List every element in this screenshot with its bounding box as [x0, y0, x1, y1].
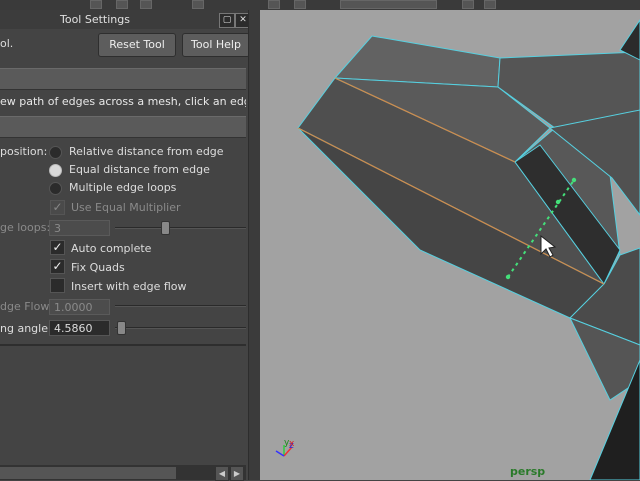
divider	[0, 344, 246, 346]
toolbar-field[interactable]	[340, 0, 437, 9]
radio-label: Equal distance from edge	[69, 163, 210, 176]
tool-icon[interactable]	[140, 0, 152, 9]
radio-multiple-edge-loops[interactable]	[49, 182, 62, 195]
scroll-left-icon[interactable]: ◀	[215, 466, 229, 481]
tool-icon[interactable]	[268, 0, 280, 9]
edge-loops-field[interactable]: 3	[49, 220, 110, 236]
edge-flow-slider[interactable]	[115, 305, 246, 307]
checkbox-label: Insert with edge flow	[71, 280, 187, 293]
snapping-angle-label: ng angle:	[0, 322, 52, 335]
radio-label: Relative distance from edge	[69, 145, 224, 158]
insert-edge-flow-checkbox[interactable]	[50, 278, 65, 293]
tool-icon[interactable]	[294, 0, 306, 9]
scroll-right-icon[interactable]: ▶	[230, 466, 244, 481]
radio-equal-distance[interactable]	[49, 164, 62, 177]
use-equal-multiplier-checkbox[interactable]: ✓	[50, 200, 65, 215]
slider-handle[interactable]	[117, 321, 126, 335]
viewport-3d[interactable]: z y x	[260, 10, 640, 480]
float-window-icon[interactable]: ▢	[219, 13, 235, 28]
tool-help-button[interactable]: Tool Help	[182, 33, 250, 57]
tool-icon[interactable]	[90, 0, 102, 9]
edge-loops-label: ge loops:	[0, 221, 51, 234]
edge-flow-label: dge Flow	[0, 300, 50, 313]
mesh-view	[275, 19, 640, 480]
fix-quads-checkbox[interactable]: ✓	[50, 259, 65, 274]
edge-flow-field[interactable]: 1.0000	[49, 299, 110, 315]
tool-icon[interactable]	[462, 0, 474, 9]
tool-icon[interactable]	[116, 0, 128, 9]
section-header[interactable]	[0, 116, 246, 138]
auto-complete-checkbox[interactable]: ✓	[50, 240, 65, 255]
position-label: position:	[0, 145, 48, 158]
tool-name: ol.	[0, 37, 14, 50]
checkbox-label: Use Equal Multiplier	[71, 201, 181, 214]
radio-label: Multiple edge loops	[69, 181, 177, 194]
panel-title: Tool Settings	[60, 13, 130, 26]
camera-label: persp	[510, 465, 546, 478]
checkbox-label: Auto complete	[71, 242, 152, 255]
axis-label-x: x	[289, 439, 295, 449]
section-header[interactable]	[0, 68, 246, 90]
radio-relative-distance[interactable]	[49, 146, 62, 159]
snapping-angle-slider[interactable]	[115, 327, 246, 329]
reset-tool-button[interactable]: Reset Tool	[98, 33, 176, 57]
tool-icon[interactable]	[484, 0, 496, 9]
tool-description: ew path of edges across a mesh, click an…	[0, 95, 246, 108]
checkbox-label: Fix Quads	[71, 261, 125, 274]
snapping-angle-field[interactable]: 4.5860	[49, 320, 110, 336]
slider-handle[interactable]	[161, 221, 170, 235]
edge-loops-slider[interactable]	[115, 227, 246, 229]
scrollbar-thumb[interactable]	[0, 467, 176, 479]
tool-icon[interactable]	[192, 0, 204, 9]
